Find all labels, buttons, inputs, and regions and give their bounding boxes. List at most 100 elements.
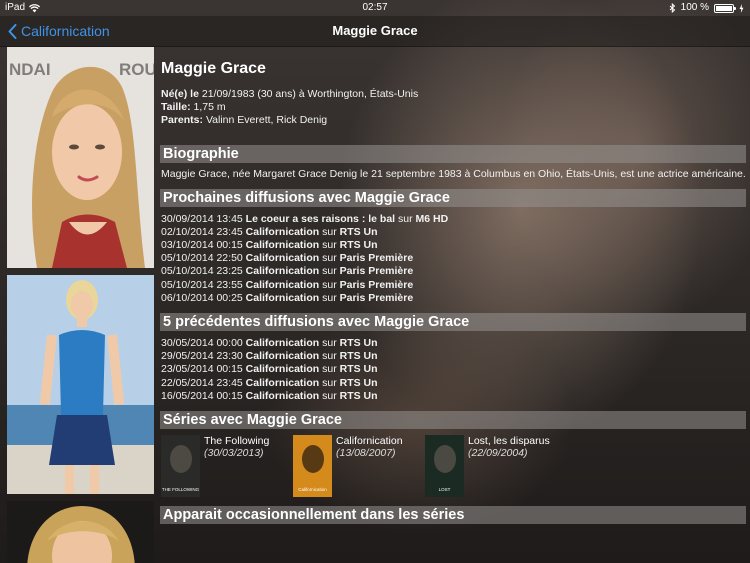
broadcast-row[interactable]: 05/10/2014 22:50 Californication sur Par… — [161, 252, 746, 265]
broadcast-title: Californication — [245, 389, 320, 402]
navigation-bar: Californication Maggie Grace — [0, 16, 750, 47]
broadcast-separator: sur — [322, 350, 337, 363]
broadcast-row[interactable]: 06/10/2014 00:25 Californication sur Par… — [161, 292, 746, 305]
portrait-illustration: NDAI ROUN — [7, 47, 154, 268]
poster-art: THE FOLLOWING — [162, 444, 200, 492]
broadcast-separator: sur — [322, 376, 337, 389]
series-date: (30/03/2013) — [204, 446, 264, 459]
broadcast-channel: RTS Un — [339, 336, 378, 349]
portrait-illustration — [7, 501, 154, 563]
series-item[interactable]: THE FOLLOWING The Following (30/03/2013) — [161, 434, 293, 499]
poster-art: Californication — [298, 444, 327, 492]
series-text: Californication (13/08/2007) — [336, 435, 403, 499]
broadcast-row[interactable]: 23/05/2014 00:15 Californication sur RTS… — [161, 363, 746, 376]
poster-label: Californication — [298, 487, 327, 492]
broadcast-title: Californication — [245, 376, 320, 389]
broadcast-row[interactable]: 29/05/2014 23:30 Californication sur RTS… — [161, 350, 746, 363]
broadcast-row[interactable]: 30/05/2014 00:00 Californication sur RTS… — [161, 337, 746, 350]
broadcast-title: Californication — [245, 252, 320, 265]
series-poster: THE FOLLOWING — [161, 434, 200, 497]
broadcast-channel: RTS Un — [339, 238, 378, 251]
poster-art: LOST — [434, 444, 456, 492]
broadcast-title: Californication — [245, 350, 320, 363]
broadcast-row[interactable]: 02/10/2014 23:45 Californication sur RTS… — [161, 226, 746, 239]
birth-info: Né(e) le 21/09/1983 (30 ans) à Worthingt… — [161, 88, 746, 101]
upcoming-broadcasts-header: Prochaines diffusions avec Maggie Grace — [160, 188, 746, 207]
biography-text: Maggie Grace, née Margaret Grace Denig l… — [161, 168, 746, 180]
bluetooth-icon — [669, 3, 675, 13]
broadcast-row[interactable]: 05/10/2014 23:55 Californication sur Par… — [161, 279, 746, 292]
broadcast-row[interactable]: 30/09/2014 13:45 Le coeur a ses raisons … — [161, 213, 746, 226]
person-details: Maggie Grace Né(e) le 21/09/1983 (30 ans… — [160, 47, 746, 524]
broadcast-row[interactable]: 16/05/2014 00:15 Californication sur RTS… — [161, 390, 746, 403]
broadcast-datetime: 16/05/2014 00:15 — [161, 389, 243, 402]
battery-level — [716, 5, 732, 11]
broadcast-title: Californication — [245, 363, 320, 376]
status-time: 02:57 — [362, 2, 388, 13]
series-item[interactable]: LOST Lost, les disparus (22/09/2004) — [425, 434, 557, 499]
broadcast-channel: Paris Première — [339, 291, 414, 304]
series-title: The Following — [204, 434, 270, 447]
broadcast-title: Californication — [245, 265, 320, 278]
series-date: (22/09/2004) — [468, 446, 528, 459]
person-photo[interactable] — [7, 275, 154, 494]
broadcast-title: Californication — [245, 278, 320, 291]
biography-header: Biographie — [160, 145, 746, 163]
charging-icon — [739, 3, 744, 13]
person-name: Maggie Grace — [161, 60, 266, 77]
broadcast-datetime: 05/10/2014 23:55 — [161, 278, 243, 291]
broadcast-separator: sur — [322, 389, 337, 402]
poster-label: THE FOLLOWING — [162, 487, 200, 492]
birth-value: 21/09/1983 (30 ans) à Worthington, États… — [201, 88, 419, 100]
broadcast-row[interactable]: 05/10/2014 23:25 Californication sur Par… — [161, 265, 746, 278]
broadcast-channel: RTS Un — [339, 225, 378, 238]
broadcast-channel: RTS Un — [339, 376, 378, 389]
battery-icon — [714, 3, 736, 13]
series-header: Séries avec Maggie Grace — [160, 410, 746, 429]
broadcast-channel: RTS Un — [339, 363, 378, 376]
broadcast-title: Le coeur a ses raisons : le bal — [245, 212, 396, 225]
person-photo[interactable] — [7, 501, 154, 563]
person-photo[interactable]: NDAI ROUN — [7, 47, 154, 268]
broadcast-datetime: 06/10/2014 00:25 — [161, 291, 243, 304]
previous-broadcasts-header: 5 précédentes diffusions avec Maggie Gra… — [160, 312, 746, 331]
series-poster: Californication — [293, 434, 332, 497]
series-date: (13/08/2007) — [336, 446, 396, 459]
height-label: Taille: — [161, 101, 191, 113]
broadcast-row[interactable]: 22/05/2014 23:45 Californication sur RTS… — [161, 377, 746, 390]
broadcast-separator: sur — [322, 225, 337, 238]
upcoming-broadcasts-list: 30/09/2014 13:45 Le coeur a ses raisons … — [161, 213, 746, 305]
broadcast-channel: RTS Un — [339, 389, 378, 402]
broadcast-title: Californication — [245, 238, 320, 251]
broadcast-datetime: 22/05/2014 23:45 — [161, 376, 243, 389]
svg-text:NDAI: NDAI — [9, 60, 51, 79]
broadcast-row[interactable]: 03/10/2014 00:15 Californication sur RTS… — [161, 239, 746, 252]
series-text: Lost, les disparus (22/09/2004) — [468, 435, 550, 499]
parents-value: Valinn Everett, Rick Denig — [205, 114, 328, 126]
broadcast-separator: sur — [322, 238, 337, 251]
broadcast-separator: sur — [322, 252, 337, 265]
broadcast-datetime: 05/10/2014 23:25 — [161, 265, 243, 278]
battery-percent: 100 % — [680, 2, 709, 13]
broadcast-title: Californication — [245, 336, 320, 349]
height-info: Taille: 1,75 m — [161, 101, 746, 114]
parents-info: Parents: Valinn Everett, Rick Denig — [161, 114, 746, 127]
parents-label: Parents: — [161, 114, 204, 126]
broadcast-title: Californication — [245, 291, 320, 304]
broadcast-datetime: 30/09/2014 13:45 — [161, 212, 243, 225]
broadcast-title: Californication — [245, 225, 320, 238]
broadcast-channel: RTS Un — [339, 350, 378, 363]
broadcast-datetime: 30/05/2014 00:00 — [161, 336, 243, 349]
previous-broadcasts-list: 30/05/2014 00:00 Californication sur RTS… — [161, 337, 746, 403]
occasional-series-header: Apparait occasionnellement dans les séri… — [160, 505, 746, 524]
svg-text:ROUN: ROUN — [119, 60, 154, 79]
broadcast-separator: sur — [322, 363, 337, 376]
series-item[interactable]: Californication Californication (13/08/200… — [293, 434, 425, 499]
broadcast-separator: sur — [398, 212, 413, 225]
broadcast-datetime: 23/05/2014 00:15 — [161, 363, 243, 376]
status-right: 100 % — [669, 0, 744, 16]
broadcast-separator: sur — [322, 336, 337, 349]
series-list: THE FOLLOWING The Following (30/03/2013) Ca… — [161, 434, 746, 499]
broadcast-separator: sur — [322, 265, 337, 278]
poster-label: LOST — [439, 487, 451, 492]
